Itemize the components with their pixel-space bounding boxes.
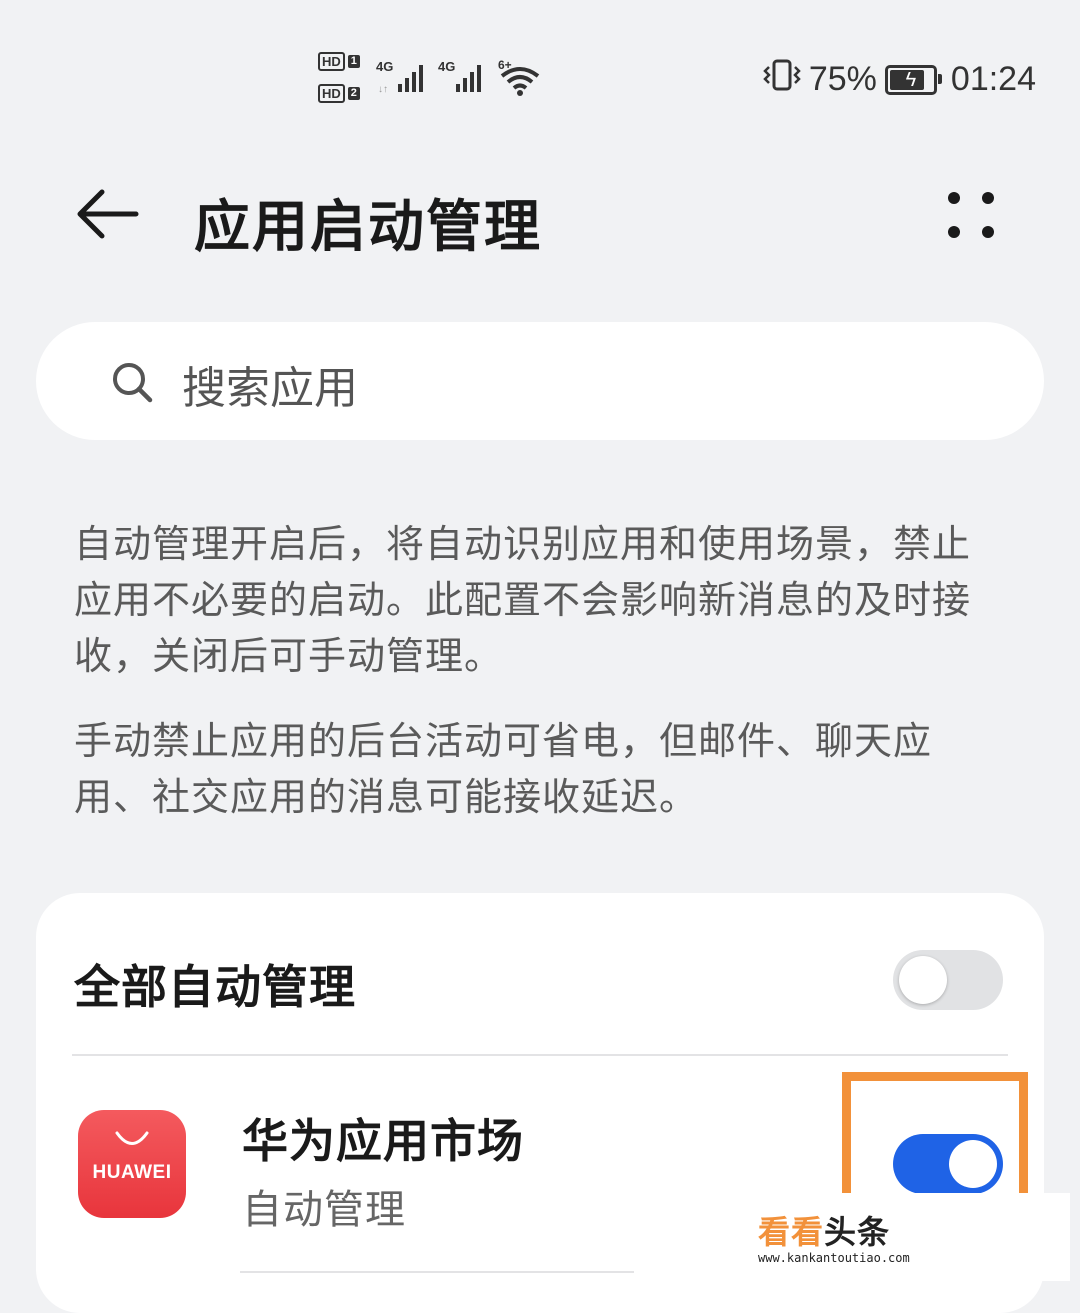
watermark: 看看头条 www.kankantoutiao.com	[748, 1193, 1070, 1281]
sim-indicators: HD 1 HD 2	[318, 52, 360, 116]
app-icon-text: HUAWEI	[92, 1162, 172, 1183]
description-text: 自动管理开启后，将自动识别应用和使用场景，禁止应用不必要的启动。此配置不会影响新…	[74, 522, 972, 678]
signal-icon: 4G ↓↑	[376, 58, 432, 100]
battery-percent: 75%	[808, 60, 877, 98]
back-arrow-icon	[77, 189, 139, 239]
title-bar: 应用启动管理	[0, 170, 1080, 270]
divider	[240, 1271, 634, 1273]
app-name: 华为应用市场	[242, 1114, 524, 1168]
sim-slot-badge: 2	[347, 87, 360, 100]
svg-text:↓↑: ↓↑	[378, 84, 388, 95]
status-right: 75% ϟ 01:24	[763, 58, 1036, 101]
search-input[interactable]: 搜索应用	[36, 322, 1044, 440]
hd-badge: HD	[318, 84, 345, 103]
toggle-knob	[899, 956, 947, 1004]
watermark-logo: 看看头条	[758, 1213, 891, 1251]
search-placeholder: 搜索应用	[182, 363, 358, 414]
all-auto-manage-label: 全部自动管理	[74, 960, 356, 1014]
all-auto-manage-toggle[interactable]	[893, 950, 1003, 1010]
signal-icon: 4G	[438, 58, 494, 100]
more-button[interactable]	[940, 186, 1004, 246]
svg-text:4G: 4G	[376, 59, 393, 74]
vibrate-icon	[763, 58, 801, 101]
search-icon	[113, 363, 153, 403]
page-title: 应用启动管理	[194, 195, 542, 260]
svg-text:4G: 4G	[438, 59, 455, 74]
sim-slot-badge: 1	[347, 55, 360, 68]
more-icon	[948, 192, 994, 238]
battery-charging-icon: ϟ	[884, 64, 942, 95]
huawei-appgallery-icon: HUAWEI	[78, 1110, 186, 1218]
status-bar: HD 1 HD 2 4G ↓↑ 4G 6+ 75% ϟ 01:24	[0, 0, 1080, 160]
description-text: 手动禁止应用的后台活动可省电，但邮件、聊天应用、社交应用的消息可能接收延迟。	[74, 719, 933, 819]
watermark-url: www.kankantoutiao.com	[758, 1251, 910, 1265]
app-status: 自动管理	[242, 1187, 406, 1233]
clock: 01:24	[950, 60, 1036, 98]
divider	[72, 1054, 1008, 1056]
highlight-box	[842, 1072, 1028, 1212]
wifi-icon: 6+	[498, 58, 548, 102]
hd-badge: HD	[318, 52, 345, 71]
back-button[interactable]	[72, 184, 144, 244]
